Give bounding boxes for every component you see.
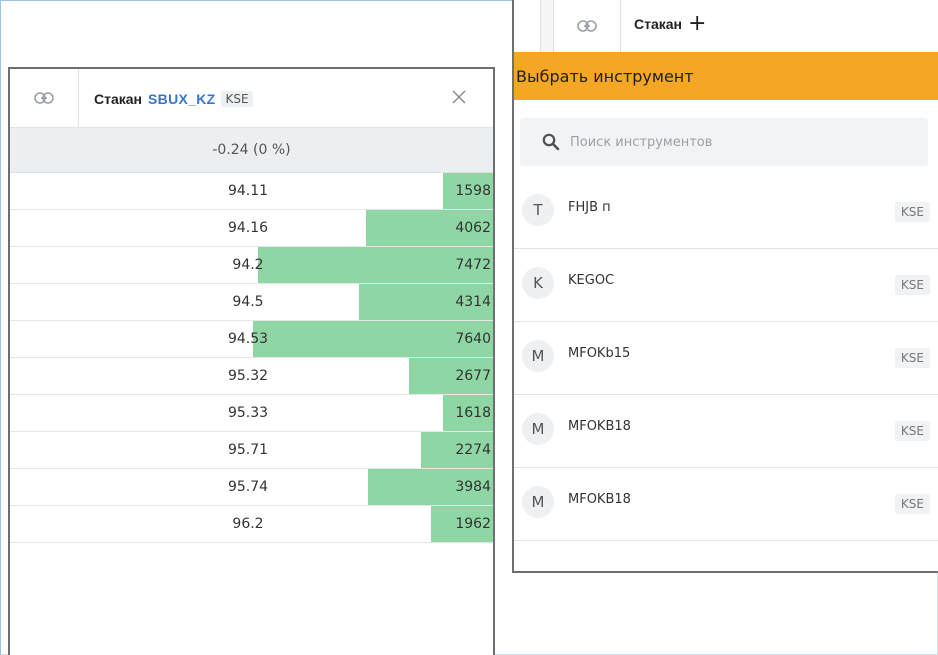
instrument-avatar: M xyxy=(522,413,554,445)
instrument-name: MFOKB18 xyxy=(568,419,631,434)
exchange-badge: KSE xyxy=(894,348,930,368)
instrument-list: T FHJB п KSE K KEGOC KSE M MFOKb15 KSE M MFOKB18 KS… xyxy=(514,176,938,541)
link-icon xyxy=(34,92,54,104)
tab-divider xyxy=(540,0,554,52)
price-cell: 95.74 xyxy=(227,479,269,495)
instrument-item[interactable]: M MFOKB18 KSE xyxy=(514,395,938,468)
instrument-name: MFOKb15 xyxy=(568,346,631,361)
instrument-avatar: T xyxy=(522,194,554,226)
order-book-row[interactable]: 95.32 2677 xyxy=(10,358,493,395)
exchange-badge: KSE xyxy=(894,202,930,222)
add-icon[interactable]: + xyxy=(688,13,706,35)
close-icon xyxy=(452,90,466,104)
quantity-cell: 4314 xyxy=(455,294,491,310)
select-instrument-bar: Выбрать инструмент xyxy=(514,52,938,100)
instrument-picker-panel: Стакан + Выбрать инструмент TFHJB пKSEKK… xyxy=(512,0,938,573)
panel-tabs: Стакан + xyxy=(514,0,938,52)
quantity-cell: 2677 xyxy=(455,368,491,384)
quantity-cell: 1618 xyxy=(455,405,491,421)
instrument-item[interactable]: T FHJB п KSE xyxy=(514,176,938,249)
price-cell: 94.5 xyxy=(232,294,264,310)
quantity-cell: 1962 xyxy=(455,516,491,532)
quantity-cell: 2274 xyxy=(455,442,491,458)
tab-order-book[interactable]: Стакан + xyxy=(634,13,706,35)
instrument-avatar: M xyxy=(522,486,554,518)
instrument-name: KEGOC xyxy=(568,273,615,288)
price-cell: 94.16 xyxy=(227,220,269,236)
quantity-cell: 4062 xyxy=(455,220,491,236)
exchange-badge: KSE xyxy=(221,91,253,107)
search-icon xyxy=(542,133,560,151)
link-toggle-button[interactable] xyxy=(554,0,621,52)
order-book-row[interactable]: 94.16 4062 xyxy=(10,210,493,247)
order-book-rows: 94.11 1598 94.16 4062 94.2 7472 94.5 4314 94.53 7… xyxy=(10,173,493,543)
price-cell: 95.71 xyxy=(227,442,269,458)
link-icon xyxy=(577,20,597,32)
price-cell: 94.2 xyxy=(232,257,264,273)
instrument-item[interactable]: K KEGOC KSE xyxy=(514,249,938,322)
price-change: -0.24 (0 %) xyxy=(10,128,493,173)
price-cell: 94.11 xyxy=(227,183,269,199)
quantity-cell: 7640 xyxy=(455,331,491,347)
instrument-name: MFOKB18 xyxy=(568,492,631,507)
link-toggle-button[interactable] xyxy=(10,69,79,127)
instrument-item[interactable]: M MFOKb15 KSE xyxy=(514,322,938,395)
order-book-row[interactable]: 95.71 2274 xyxy=(10,432,493,469)
instrument-name: FHJB п xyxy=(568,200,611,215)
price-cell: 94.53 xyxy=(227,331,269,347)
order-book-row[interactable]: 94.5 4314 xyxy=(10,284,493,321)
quantity-cell: 1598 xyxy=(455,183,491,199)
close-button[interactable] xyxy=(449,87,469,107)
exchange-badge: KSE xyxy=(894,494,930,514)
order-book-row[interactable]: 96.2 1962 xyxy=(10,506,493,543)
exchange-badge: KSE xyxy=(894,275,930,295)
price-cell: 96.2 xyxy=(232,516,264,532)
tab-title-label: Стакан xyxy=(634,16,683,32)
order-book-row[interactable]: 94.53 7640 xyxy=(10,321,493,358)
order-book-row[interactable]: 95.33 1618 xyxy=(10,395,493,432)
quantity-cell: 3984 xyxy=(455,479,491,495)
order-book-panel: Стакан SBUX_KZ KSE -0.24 (0 %) 94.11 1598… xyxy=(8,67,495,655)
instrument-search[interactable] xyxy=(520,118,928,166)
instrument-avatar: M xyxy=(522,340,554,372)
order-book-row[interactable]: 94.11 1598 xyxy=(10,173,493,210)
order-book-row[interactable]: 94.2 7472 xyxy=(10,247,493,284)
order-book-title: Стакан SBUX_KZ KSE xyxy=(94,89,253,109)
price-cell: 95.32 xyxy=(227,368,269,384)
panel-title-label: Стакан xyxy=(94,91,143,107)
order-book-header: Стакан SBUX_KZ KSE xyxy=(10,69,493,128)
instrument-avatar: K xyxy=(522,267,554,299)
order-book-row[interactable]: 95.74 3984 xyxy=(10,469,493,506)
ticker-link[interactable]: SBUX_KZ xyxy=(148,91,215,107)
search-input[interactable] xyxy=(568,133,872,151)
instrument-item[interactable]: M MFOKB18 KSE xyxy=(514,468,938,541)
quantity-cell: 7472 xyxy=(455,257,491,273)
exchange-badge: KSE xyxy=(894,421,930,441)
price-cell: 95.33 xyxy=(227,405,269,421)
